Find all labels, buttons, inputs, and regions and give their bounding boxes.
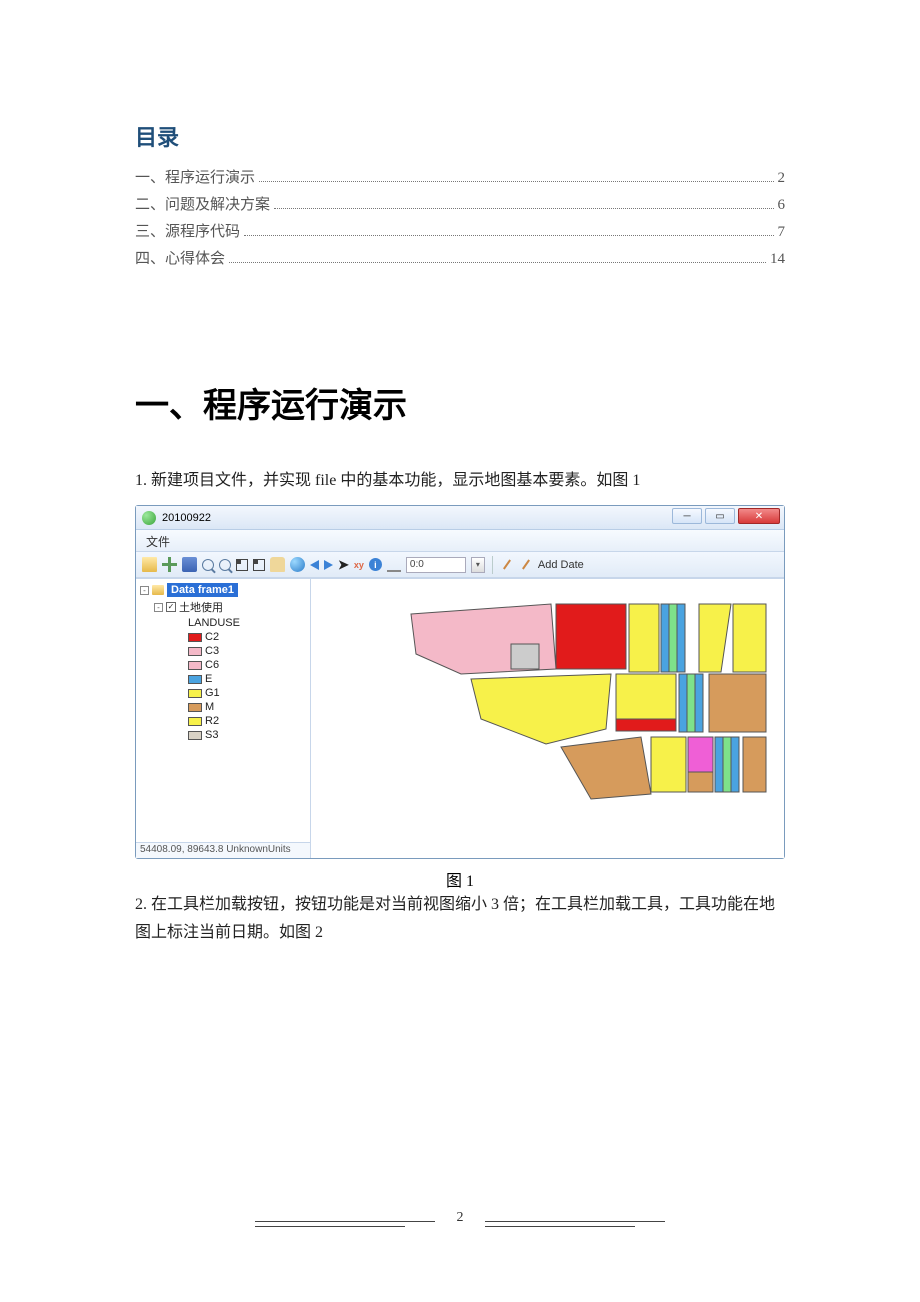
toc-row[interactable]: 四、心得体会 14 — [135, 247, 785, 268]
legend-label: G1 — [205, 687, 220, 699]
add-date-button[interactable]: Add Date — [538, 559, 584, 571]
toc-label: 三、源程序代码 — [135, 220, 240, 241]
window-close-button[interactable]: ✕ — [738, 508, 780, 524]
legend-label: M — [205, 701, 214, 713]
identify-icon[interactable]: i — [369, 558, 382, 571]
footer-rule-left — [255, 1221, 435, 1227]
full-extent-icon[interactable] — [236, 559, 248, 571]
layer-node[interactable]: 土地使用 — [179, 599, 223, 615]
layer-visibility-checkbox[interactable]: ✓ — [166, 602, 176, 612]
status-bar: 54408.09, 89643.8 UnknownUnits — [136, 842, 310, 858]
legend-swatch — [188, 633, 202, 642]
legend-label: E — [205, 673, 212, 685]
toc-leader — [274, 208, 773, 209]
xy-icon[interactable]: xy — [354, 560, 364, 570]
zoom-out-icon[interactable] — [219, 559, 231, 571]
window-titlebar[interactable]: 20100922 ─ ▭ ✕ — [136, 506, 784, 530]
legend-label: C3 — [205, 645, 219, 657]
legend-swatch — [188, 717, 202, 726]
toc-row[interactable]: 三、源程序代码 7 — [135, 220, 785, 241]
legend-swatch — [188, 731, 202, 740]
zoom-in-icon[interactable] — [202, 559, 214, 571]
toc-page: 2 — [778, 170, 786, 187]
page-number: 2 — [457, 1210, 464, 1226]
tree-collapse-icon[interactable]: - — [154, 603, 163, 612]
app-window: 20100922 ─ ▭ ✕ 文件 ➤ xy i 0:0 ▾ Add Date — [135, 505, 785, 859]
table-of-contents: 一、程序运行演示 2 二、问题及解决方案 6 三、源程序代码 7 四、心得体会 … — [135, 166, 785, 268]
menu-file[interactable]: 文件 — [146, 535, 170, 549]
legend-label: C2 — [205, 631, 219, 643]
pan-icon[interactable] — [270, 557, 285, 572]
legend-swatch — [188, 675, 202, 684]
window-maximize-button[interactable]: ▭ — [705, 508, 735, 524]
legend-label: C6 — [205, 659, 219, 671]
legend-swatch — [188, 703, 202, 712]
toc-row[interactable]: 一、程序运行演示 2 — [135, 166, 785, 187]
paragraph-1: 1. 新建项目文件，并实现 file 中的基本功能，显示地图基本要素。如图 1 — [135, 467, 785, 495]
section-heading: 一、程序运行演示 — [135, 378, 785, 427]
menubar: 文件 — [136, 530, 784, 552]
layers-panel: - Data frame1 - ✓ 土地使用 LANDUSE C2 C3 C6 … — [136, 579, 311, 858]
pencil-icon[interactable] — [500, 558, 514, 572]
tree-collapse-icon[interactable]: - — [140, 586, 149, 595]
toc-leader — [259, 181, 773, 182]
toc-heading: 目录 — [135, 120, 785, 152]
toc-leader — [244, 235, 773, 236]
scale-input[interactable]: 0:0 — [406, 557, 466, 573]
measure-icon[interactable] — [387, 557, 401, 572]
pencil-icon[interactable] — [519, 558, 533, 572]
toolbar-separator — [492, 556, 493, 574]
toc-leader — [229, 262, 766, 263]
legend-swatch — [188, 661, 202, 670]
back-icon[interactable] — [310, 560, 319, 570]
toc-page: 14 — [770, 251, 785, 268]
app-icon — [142, 511, 156, 525]
toc-label: 一、程序运行演示 — [135, 166, 255, 187]
toc-page: 7 — [778, 224, 786, 241]
toolbar: ➤ xy i 0:0 ▾ Add Date — [136, 552, 784, 578]
map-canvas[interactable] — [311, 579, 784, 858]
save-icon[interactable] — [182, 557, 197, 572]
legend-swatch — [188, 647, 202, 656]
select-icon[interactable]: ➤ — [338, 557, 349, 573]
open-icon[interactable] — [142, 557, 157, 572]
toc-label: 四、心得体会 — [135, 247, 225, 268]
page-footer: 2 — [0, 1210, 920, 1232]
add-data-icon[interactable] — [162, 557, 177, 572]
paragraph-2: 2. 在工具栏加载按钮，按钮功能是对当前视图缩小 3 倍；在工具栏加载工具，工具… — [135, 891, 785, 947]
window-minimize-button[interactable]: ─ — [672, 508, 702, 524]
field-label: LANDUSE — [188, 617, 240, 629]
globe-icon[interactable] — [290, 557, 305, 572]
legend-label: S3 — [205, 729, 218, 741]
toc-page: 6 — [778, 197, 786, 214]
scale-dropdown-icon[interactable]: ▾ — [471, 557, 485, 573]
toc-row[interactable]: 二、问题及解决方案 6 — [135, 193, 785, 214]
toc-label: 二、问题及解决方案 — [135, 193, 270, 214]
data-frame-node[interactable]: Data frame1 — [167, 583, 238, 597]
folder-icon — [152, 585, 164, 595]
footer-rule-right — [485, 1221, 665, 1227]
forward-icon[interactable] — [324, 560, 333, 570]
figure-caption: 图 1 — [135, 867, 785, 891]
legend-swatch — [188, 689, 202, 698]
fixed-zoom-icon[interactable] — [253, 559, 265, 571]
legend-label: R2 — [205, 715, 219, 727]
window-title: 20100922 — [162, 512, 211, 524]
